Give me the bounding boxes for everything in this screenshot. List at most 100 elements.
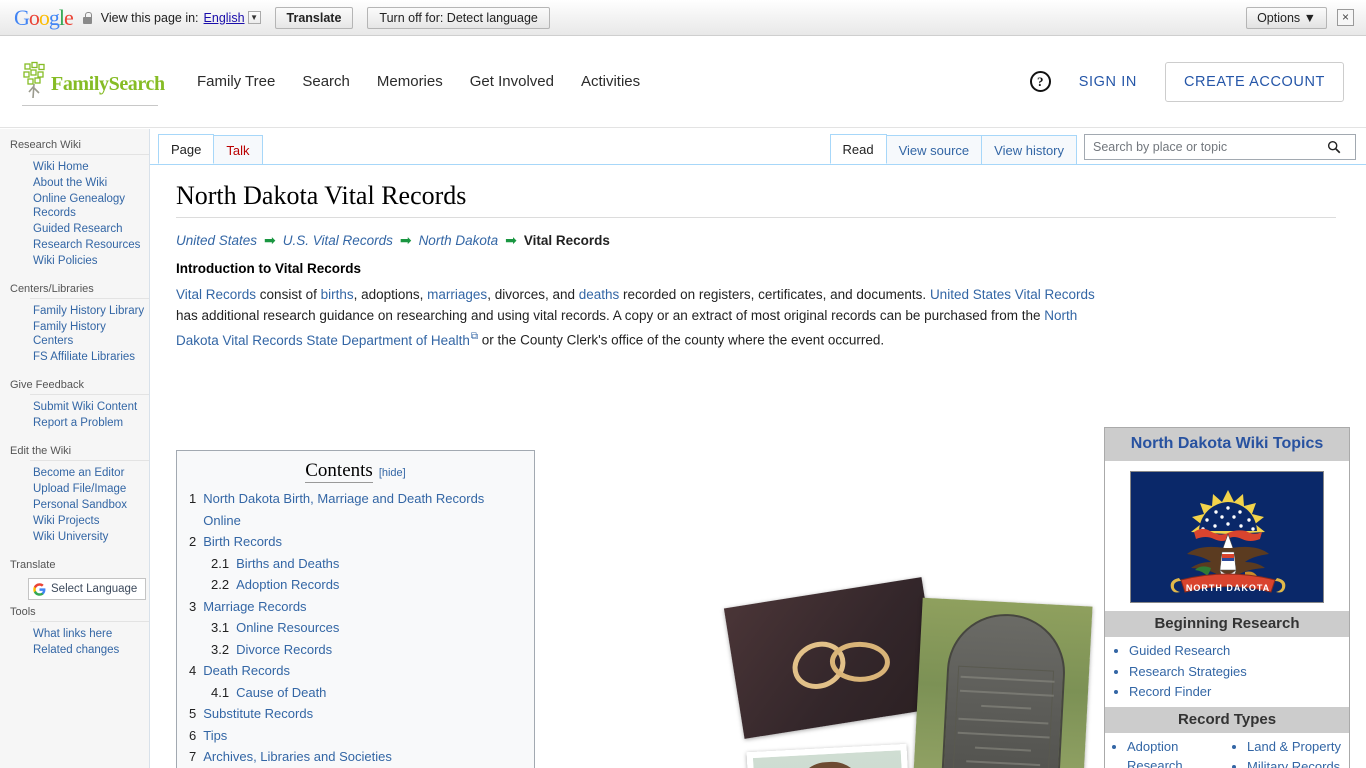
flag-container: NORTH DAKOTA [1105, 461, 1349, 611]
nav-memories[interactable]: Memories [377, 73, 443, 90]
topic-link-guided-research[interactable]: Guided Research [1129, 643, 1230, 658]
breadcrumb-us-vital-records[interactable]: U.S. Vital Records [283, 233, 393, 248]
topic-link-record-finder[interactable]: Record Finder [1129, 684, 1211, 699]
sidebar-item-online-genealogy-records[interactable]: Online Genealogy Records [33, 192, 149, 220]
toc-link[interactable]: Adoption Records [236, 574, 339, 596]
intro-heading: Introduction to Vital Records [176, 261, 362, 276]
sidebar-item-family-history-library[interactable]: Family History Library [33, 304, 149, 318]
toc-entry[interactable]: 1 North Dakota Birth, Marriage and Death… [189, 488, 522, 531]
toc-entry[interactable]: 2.1 Births and Deaths [189, 553, 522, 575]
toc-link[interactable]: Births and Deaths [236, 553, 339, 575]
sidebar-item-report-a-problem[interactable]: Report a Problem [33, 416, 149, 430]
sidebar-item-related-changes[interactable]: Related changes [33, 643, 149, 657]
chevron-down-icon[interactable]: ▼ [247, 11, 261, 24]
select-language-widget[interactable]: Select Language [28, 578, 146, 600]
toc-entry[interactable]: 3.1 Online Resources [189, 617, 522, 639]
turn-off-translate-button[interactable]: Turn off for: Detect language [367, 6, 550, 29]
toc-link[interactable]: Cause of Death [236, 682, 326, 704]
nav-search[interactable]: Search [302, 73, 350, 90]
topic-link-land-property[interactable]: Land & Property [1247, 739, 1341, 754]
sidebar-group-centers-libraries: Centers/Libraries Family History Library… [0, 279, 149, 373]
toc-entry[interactable]: 2 Birth Records [189, 531, 522, 553]
tab-page[interactable]: Page [158, 134, 215, 164]
vital-records-photo-collage [723, 577, 1115, 768]
sidebar-item-about-the-wiki[interactable]: About the Wiki [33, 176, 149, 190]
sidebar-item-family-history-centers[interactable]: Family History Centers [33, 320, 149, 348]
translate-language-value[interactable]: English [204, 11, 245, 25]
toc-link[interactable]: North Dakota Birth, Marriage and Death R… [203, 488, 522, 531]
text-run: consist of [256, 287, 321, 302]
toc-entry[interactable]: 3.2 Divorce Records [189, 639, 522, 661]
google-logo: Google [14, 4, 74, 30]
sign-in-button[interactable]: SIGN IN [1079, 74, 1137, 90]
toc-link[interactable]: Birth Records [203, 531, 282, 553]
help-icon[interactable]: ? [1029, 71, 1051, 92]
toc-entry[interactable]: 4 Death Records [189, 660, 522, 682]
toc-hide-button[interactable]: [hide] [379, 467, 406, 479]
toc-entry[interactable]: 2.2 Adoption Records [189, 574, 522, 596]
main-navigation: Family Tree Search Memories Get Involved… [197, 73, 640, 90]
topic-link-adoption-research[interactable]: Adoption Research [1127, 739, 1183, 768]
sidebar-item-submit-wiki-content[interactable]: Submit Wiki Content [33, 400, 149, 414]
svg-text:NORTH DAKOTA: NORTH DAKOTA [1186, 583, 1270, 593]
breadcrumb-north-dakota[interactable]: North Dakota [419, 233, 499, 248]
toc-link[interactable]: Substitute Records [203, 703, 313, 725]
sidebar-item-what-links-here[interactable]: What links here [33, 627, 149, 641]
tab-talk[interactable]: Talk [213, 135, 263, 164]
familysearch-logo[interactable]: FamilySearch [22, 57, 167, 106]
search-input[interactable] [1091, 139, 1327, 155]
sidebar-item-fs-affiliate-libraries[interactable]: FS Affiliate Libraries [33, 350, 149, 364]
toc-link[interactable]: Online Resources [236, 617, 339, 639]
nav-family-tree[interactable]: Family Tree [197, 73, 275, 90]
link-deaths[interactable]: deaths [579, 287, 620, 302]
toc-entry[interactable]: 4.1 Cause of Death [189, 682, 522, 704]
section-heading-beginning-research: Beginning Research [1105, 611, 1349, 637]
breadcrumb-vital-records: Vital Records [523, 233, 610, 248]
sidebar-item-personal-sandbox[interactable]: Personal Sandbox [33, 498, 149, 512]
breadcrumb-arrow-icon: ➡ [264, 232, 276, 248]
link-marriages[interactable]: marriages [427, 287, 487, 302]
nav-activities[interactable]: Activities [581, 73, 640, 90]
translate-button[interactable]: Translate [274, 6, 354, 29]
translate-bar-right: Options ▼ × [1246, 6, 1358, 29]
wiki-search-box[interactable] [1084, 134, 1356, 160]
sidebar-item-become-an-editor[interactable]: Become an Editor [33, 466, 149, 480]
tab-read[interactable]: Read [829, 134, 887, 164]
breadcrumb-united-states[interactable]: United States [176, 233, 257, 248]
search-icon[interactable] [1327, 140, 1341, 154]
tab-view-history[interactable]: View history [981, 135, 1077, 164]
toc-link[interactable]: Archives, Libraries and Societies [203, 746, 392, 768]
sidebar-group-give-feedback: Give Feedback Submit Wiki Content Report… [0, 375, 149, 439]
topic-link-military-records[interactable]: Military Records [1247, 759, 1340, 768]
toc-link[interactable]: Divorce Records [236, 639, 332, 661]
toc-link[interactable]: Death Records [203, 660, 290, 682]
link-vital-records[interactable]: Vital Records [176, 287, 256, 302]
toc-entry[interactable]: 5 Substitute Records [189, 703, 522, 725]
toc-entry[interactable]: 3 Marriage Records [189, 596, 522, 618]
wedding-rings-photo [723, 577, 943, 739]
link-births[interactable]: births [321, 287, 354, 302]
link-united-states-vital-records[interactable]: United States Vital Records [930, 287, 1095, 302]
sidebar-item-wiki-policies[interactable]: Wiki Policies [33, 254, 149, 268]
familysearch-wordmark: FamilySearch [51, 73, 165, 95]
close-icon[interactable]: × [1337, 9, 1354, 26]
topic-link-research-strategies[interactable]: Research Strategies [1129, 664, 1247, 679]
sidebar-item-wiki-university[interactable]: Wiki University [33, 530, 149, 544]
toc-number: 2.2 [211, 577, 230, 592]
sidebar-item-research-resources[interactable]: Research Resources [33, 238, 149, 252]
topics-title: North Dakota Wiki Topics [1105, 428, 1349, 461]
create-account-button[interactable]: CREATE ACCOUNT [1164, 61, 1344, 102]
sidebar-item-wiki-home[interactable]: Wiki Home [33, 160, 149, 174]
toc-link[interactable]: Marriage Records [203, 596, 306, 618]
nav-get-involved[interactable]: Get Involved [470, 73, 554, 90]
toc-number: 6 [189, 727, 197, 743]
sidebar-item-wiki-projects[interactable]: Wiki Projects [33, 514, 149, 528]
tab-view-source[interactable]: View source [885, 135, 983, 164]
sidebar-item-guided-research[interactable]: Guided Research [33, 222, 149, 236]
translate-language-select[interactable]: English ▼ [204, 11, 261, 25]
sidebar-item-upload-file-image[interactable]: Upload File/Image [33, 482, 149, 496]
toc-link[interactable]: Tips [203, 725, 227, 747]
translate-options-button[interactable]: Options ▼ [1246, 6, 1327, 29]
toc-entry[interactable]: 6 Tips [189, 725, 522, 747]
toc-entry[interactable]: 7 Archives, Libraries and Societies [189, 746, 522, 768]
